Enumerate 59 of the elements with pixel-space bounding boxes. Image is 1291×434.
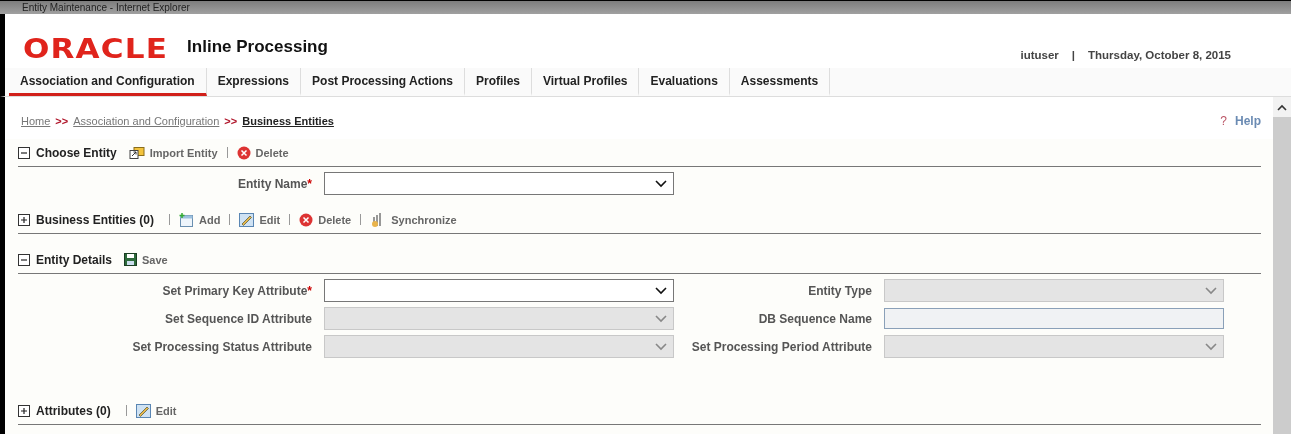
- username: iutuser: [1020, 49, 1059, 61]
- chevron-down-icon: [1205, 342, 1217, 351]
- tab[interactable]: Evaluations: [639, 68, 730, 96]
- section-title: Business Entities (0): [36, 212, 155, 227]
- field-label: Entity Type: [807, 283, 872, 298]
- logo: ORACLE: [23, 33, 169, 64]
- toolbar-action[interactable]: Import Entity: [128, 146, 218, 159]
- toolbar-action[interactable]: Save: [124, 253, 168, 266]
- date-text: Thursday, October 8, 2015: [1088, 49, 1231, 61]
- dropdown-field[interactable]: [324, 279, 674, 302]
- field-label: Set Primary Key Attribute*: [161, 283, 312, 298]
- tab[interactable]: Profiles: [465, 68, 532, 96]
- field-label: Set Processing Status Attribute: [131, 339, 312, 354]
- toolbar-action[interactable]: Delete: [299, 212, 352, 227]
- expand-icon[interactable]: [18, 213, 30, 226]
- field-label: Entity Name*: [236, 176, 312, 191]
- help-link[interactable]: ? Help: [1220, 114, 1261, 128]
- breadcrumb-link[interactable]: Association and Configuration: [73, 115, 220, 127]
- chevron-up-icon[interactable]: [1277, 103, 1287, 111]
- separator: |: [1071, 49, 1076, 61]
- product-name: Inline Processing: [187, 37, 328, 58]
- chevron-down-icon: [655, 179, 667, 188]
- collapse-icon[interactable]: [18, 146, 30, 159]
- chevron-down-icon: [655, 314, 667, 323]
- breadcrumb-link[interactable]: Home: [21, 115, 51, 127]
- tab[interactable]: Virtual Profiles: [532, 68, 640, 96]
- delete-icon: [299, 212, 314, 227]
- toolbar-action[interactable]: Delete: [236, 145, 289, 160]
- breadcrumb-link[interactable]: Business Entities: [242, 115, 334, 127]
- tab[interactable]: Assessments: [729, 68, 831, 96]
- tab[interactable]: Post Processing Actions: [301, 68, 465, 96]
- delete-icon: [236, 145, 251, 160]
- field-label: Set Processing Period Attribute: [690, 339, 872, 354]
- expand-icon[interactable]: [18, 404, 30, 417]
- chevron-down-icon: [655, 286, 667, 295]
- section-title: Choose Entity: [36, 145, 117, 160]
- toolbar-action[interactable]: Edit: [135, 403, 177, 418]
- import-icon: [128, 146, 145, 159]
- toolbar-action[interactable]: Edit: [239, 212, 281, 227]
- edit-icon: [135, 403, 151, 418]
- window-title: Entity Maintenance - Internet Explorer: [22, 1, 190, 14]
- breadcrumb-separator: >>: [224, 115, 238, 127]
- add-icon: [179, 212, 195, 227]
- breadcrumb-separator: >>: [55, 115, 69, 127]
- dropdown-field[interactable]: [324, 172, 674, 195]
- toolbar-action[interactable]: Synchronize: [370, 211, 457, 228]
- toolbar-action[interactable]: Add: [179, 212, 221, 227]
- chevron-down-icon: [655, 342, 667, 351]
- save-icon: [124, 253, 138, 266]
- text-field[interactable]: [884, 308, 1224, 329]
- section-title: Entity Details: [36, 252, 113, 267]
- chevron-down-icon: [1205, 286, 1217, 295]
- edit-icon: [239, 212, 255, 227]
- field-label: Set Sequence ID Attribute: [164, 311, 312, 326]
- collapse-icon[interactable]: [18, 253, 30, 266]
- field-label: DB Sequence Name: [757, 311, 872, 326]
- scrollbar[interactable]: [1273, 97, 1291, 434]
- tab[interactable]: Expressions: [206, 68, 302, 96]
- section-title: Attributes (0): [36, 403, 111, 418]
